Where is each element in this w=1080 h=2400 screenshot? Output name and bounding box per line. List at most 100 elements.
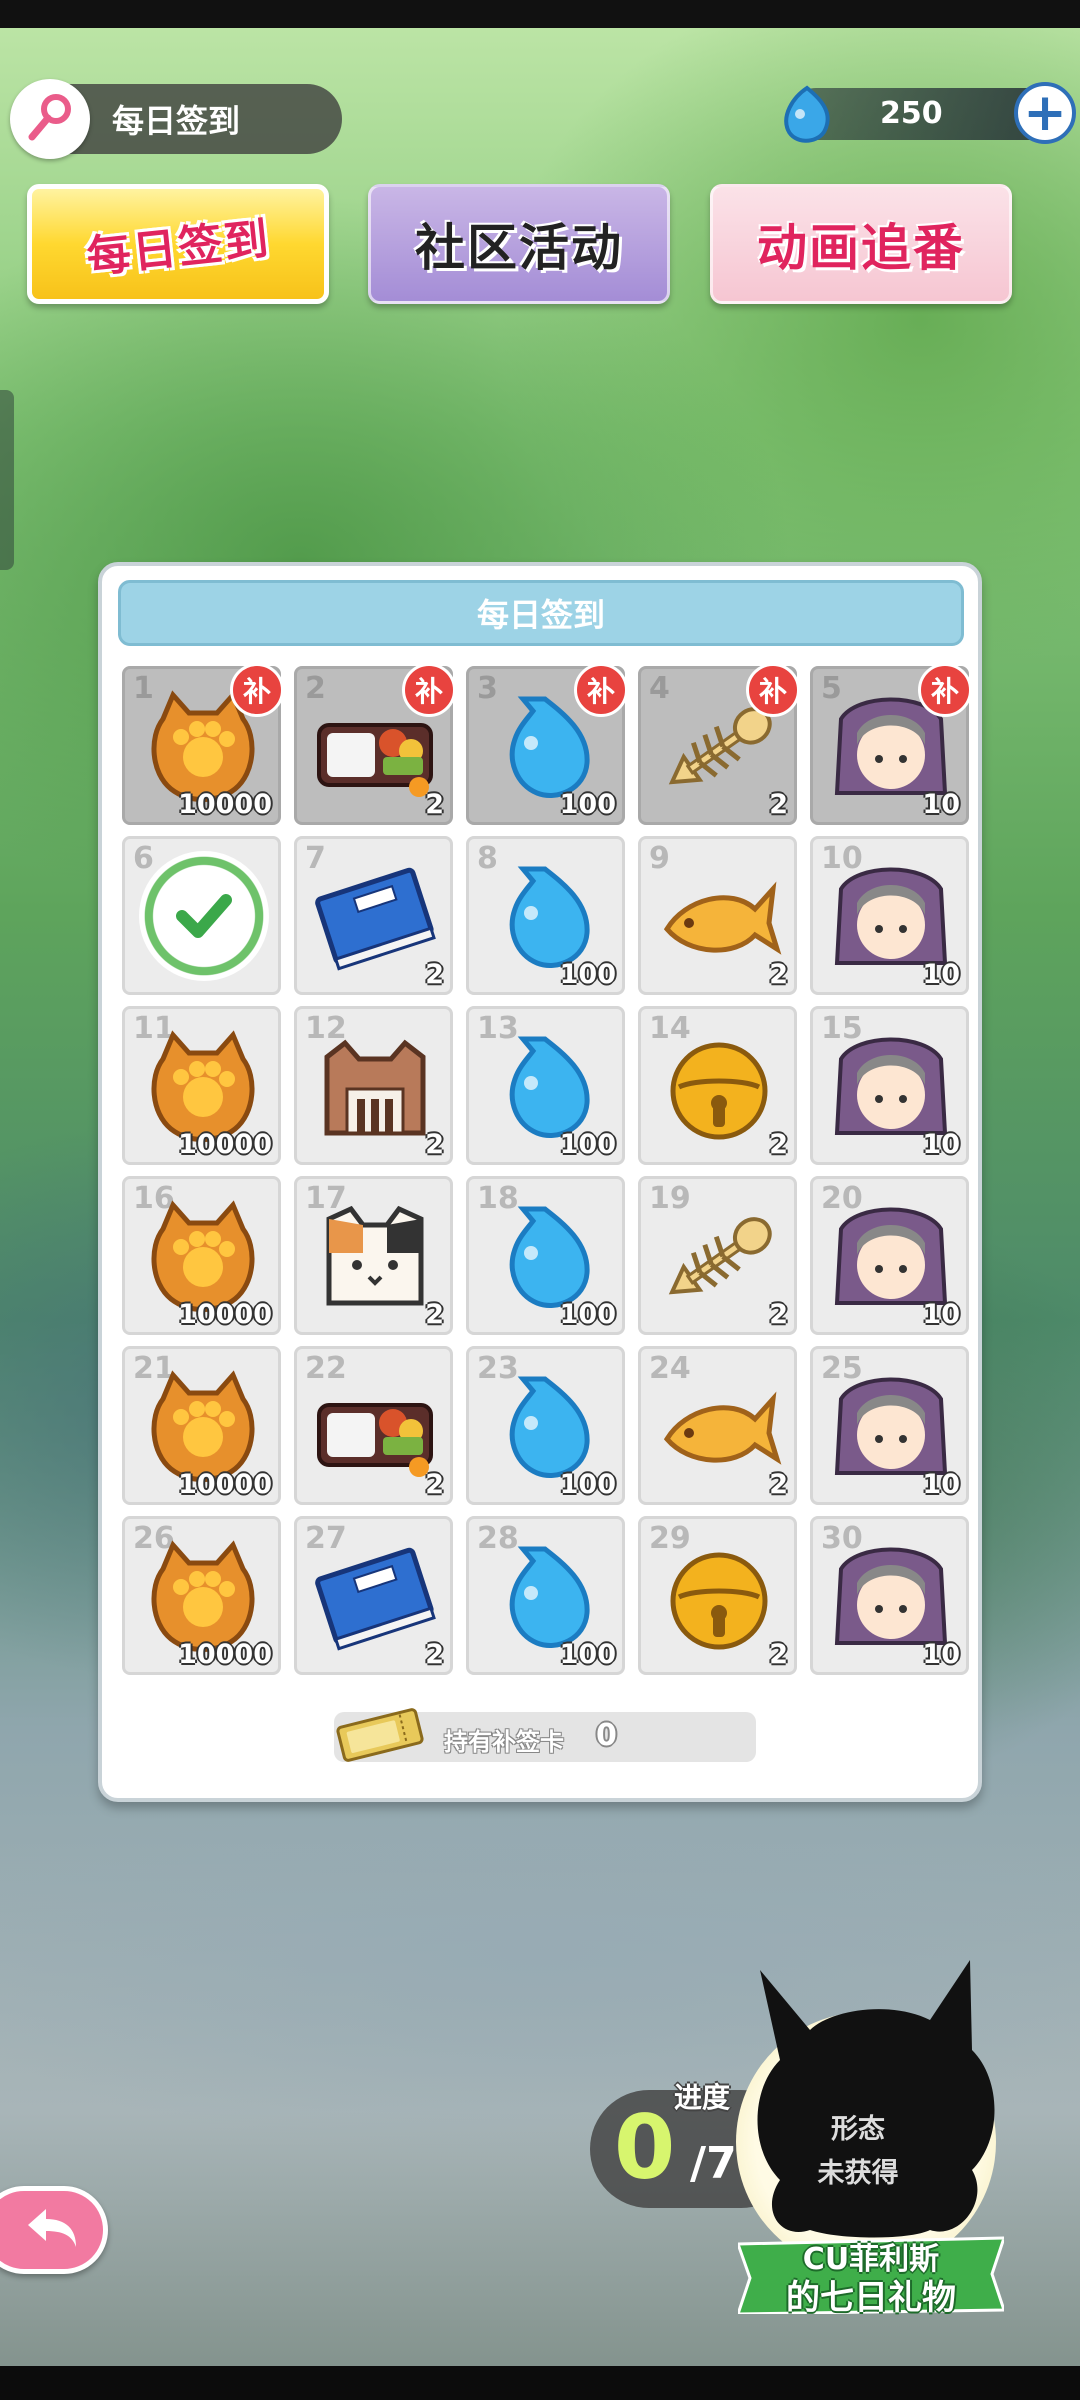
- day-cell-10[interactable]: 10 10: [810, 836, 969, 995]
- day-cell-18[interactable]: 18 100: [466, 1176, 625, 1335]
- reward-quantity: 100: [559, 1639, 616, 1670]
- day-cell-3[interactable]: 3 100 补: [466, 663, 628, 825]
- reward-quantity: 10000: [178, 1469, 272, 1500]
- day-cell-23[interactable]: 23 100: [466, 1346, 625, 1505]
- page-title: 每日签到: [112, 102, 241, 140]
- day-cell-26[interactable]: 26 10000: [122, 1516, 281, 1675]
- reward-quantity: 10: [922, 1299, 960, 1330]
- day-cell-13[interactable]: 13 100: [466, 1006, 625, 1165]
- day-cell-24[interactable]: 24 2: [638, 1346, 797, 1505]
- makeup-signin-badge[interactable]: 补: [402, 663, 456, 717]
- progress-total: /7: [690, 2138, 737, 2189]
- tab-daily-signin-label: 每日签到: [84, 213, 273, 284]
- tab-community-events[interactable]: 社区活动: [368, 184, 670, 304]
- golden-fish-icon: [655, 1369, 783, 1487]
- reward-quantity: 2: [425, 789, 444, 820]
- day-cell-30[interactable]: 30 10: [810, 1516, 969, 1675]
- navigation-bar: [0, 2366, 1080, 2400]
- sign-in-pen-icon: [10, 79, 90, 159]
- currency-display: 250 +: [784, 82, 1076, 144]
- day-cell-5[interactable]: 5 10 补: [810, 663, 972, 825]
- makeup-card-label: 持有补签卡: [444, 1728, 564, 1756]
- reward-quantity: 2: [425, 1469, 444, 1500]
- reward-quantity: 10000: [178, 1639, 272, 1670]
- golden-bell-icon: [655, 1539, 783, 1657]
- panel-title: 每日签到: [118, 580, 964, 646]
- day-cell-15[interactable]: 15 10: [810, 1006, 969, 1165]
- reward-quantity: 10: [922, 959, 960, 990]
- makeup-signin-badge[interactable]: 补: [746, 663, 800, 717]
- form-status-line1: 形态: [831, 2114, 885, 2145]
- claimed-check-icon: [139, 851, 269, 981]
- cat-cube-icon: [311, 1199, 439, 1317]
- reward-quantity: 10: [922, 1129, 960, 1160]
- back-arrow-icon: [22, 2203, 82, 2257]
- reward-quantity: 10: [922, 789, 960, 820]
- day-cell-25[interactable]: 25 10: [810, 1346, 969, 1505]
- fish-bone-icon: [655, 1199, 783, 1317]
- reward-quantity: 100: [559, 1299, 616, 1330]
- reward-quantity: 100: [559, 789, 616, 820]
- tab-daily-signin[interactable]: 每日签到: [27, 184, 329, 304]
- reward-quantity: 10000: [178, 1129, 272, 1160]
- reward-quantity: 100: [559, 1129, 616, 1160]
- reward-quantity: 10000: [178, 1299, 272, 1330]
- page-header: 每日签到: [10, 79, 342, 159]
- day-cell-7[interactable]: 72: [294, 836, 453, 995]
- day-cell-8[interactable]: 8 100: [466, 836, 625, 995]
- reward-quantity: 2: [425, 1639, 444, 1670]
- bento-box-icon: [311, 1369, 439, 1487]
- reward-quantity: 100: [559, 1469, 616, 1500]
- day-cell-4[interactable]: 42补: [638, 663, 800, 825]
- day-number: 6: [133, 841, 154, 876]
- cat-box-icon: [311, 1029, 439, 1147]
- gift-ribbon: CU菲利斯 的七日礼物: [738, 2234, 1004, 2318]
- day-cell-11[interactable]: 11 10000: [122, 1006, 281, 1165]
- day-cell-2[interactable]: 22补: [294, 663, 456, 825]
- tab-anime-follow-label: 动画追番: [757, 219, 965, 277]
- add-currency-button[interactable]: +: [1014, 82, 1076, 144]
- makeup-signin-badge[interactable]: 补: [918, 663, 972, 717]
- back-button[interactable]: [0, 2186, 108, 2274]
- golden-bell-icon: [655, 1029, 783, 1147]
- makeup-signin-badge[interactable]: 补: [574, 663, 628, 717]
- reward-quantity: 2: [769, 789, 788, 820]
- day-cell-29[interactable]: 29 2: [638, 1516, 797, 1675]
- day-cell-9[interactable]: 92: [638, 836, 797, 995]
- tab-anime-follow[interactable]: 动画追番: [710, 184, 1012, 304]
- day-cell-20[interactable]: 20 10: [810, 1176, 969, 1335]
- day-cell-19[interactable]: 19 2: [638, 1176, 797, 1335]
- tab-community-events-label: 社区活动: [415, 219, 623, 277]
- form-status-line2: 未获得: [817, 2158, 899, 2189]
- progress-label: 进度: [674, 2081, 731, 2114]
- makeup-signin-badge[interactable]: 补: [230, 663, 284, 717]
- reward-quantity: 2: [769, 1299, 788, 1330]
- blue-book-icon: [311, 859, 439, 977]
- reward-quantity: 2: [769, 1639, 788, 1670]
- makeup-card-count: 0: [596, 1718, 617, 1753]
- gift-ribbon-line2: 的七日礼物: [786, 2278, 956, 2318]
- reward-quantity: 2: [425, 1299, 444, 1330]
- day-cell-17[interactable]: 17 2: [294, 1176, 453, 1335]
- reward-quantity: 2: [769, 1129, 788, 1160]
- day-cell-1[interactable]: 1 10000 补: [122, 663, 284, 825]
- day-cell-6[interactable]: 6: [122, 836, 281, 995]
- reward-quantity: 10: [922, 1469, 960, 1500]
- fish-drop-icon: [772, 80, 842, 154]
- reward-quantity: 2: [425, 959, 444, 990]
- day-cell-22[interactable]: 22 2: [294, 1346, 453, 1505]
- day-cell-21[interactable]: 21 10000: [122, 1346, 281, 1505]
- day-cell-14[interactable]: 14 2: [638, 1006, 797, 1165]
- reward-quantity: 10: [922, 1639, 960, 1670]
- signin-grid: 1 10000 补 2 2 补 3 100 补 4 2 补 5 10 补 6 7 2 8 100 9 2 10 10 11 100…: [122, 663, 972, 1675]
- side-drawer-handle[interactable]: [0, 390, 14, 570]
- currency-amount: 250: [880, 96, 943, 131]
- day-cell-12[interactable]: 12 2: [294, 1006, 453, 1165]
- reward-quantity: 2: [769, 1469, 788, 1500]
- day-cell-27[interactable]: 27 2: [294, 1516, 453, 1675]
- makeup-ticket-icon: [330, 1704, 430, 1770]
- reward-quantity: 2: [769, 959, 788, 990]
- blue-book-icon: [311, 1539, 439, 1657]
- day-cell-28[interactable]: 28 100: [466, 1516, 625, 1675]
- day-cell-16[interactable]: 16 10000: [122, 1176, 281, 1335]
